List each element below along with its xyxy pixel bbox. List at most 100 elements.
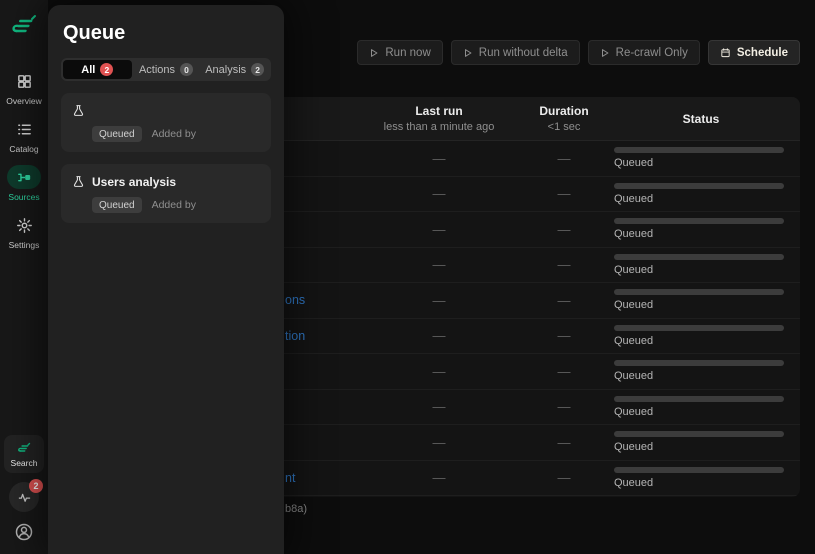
- row-last-run: —: [364, 364, 514, 379]
- row-status-label: Queued: [614, 441, 788, 453]
- row-last-run: —: [364, 435, 514, 450]
- tab-actions[interactable]: Actions 0: [132, 60, 201, 79]
- duration-label: Duration: [514, 104, 614, 118]
- list-icon: [7, 117, 41, 141]
- recrawl-only-label: Re-crawl Only: [616, 47, 688, 59]
- run-now-button[interactable]: Run now: [357, 40, 442, 65]
- row-status-label: Queued: [614, 264, 788, 276]
- row-name-link[interactable]: ons: [285, 293, 305, 307]
- row-duration: —: [514, 186, 614, 201]
- queued-progress-bar: [614, 254, 784, 260]
- recrawl-only-button[interactable]: Re-crawl Only: [588, 40, 700, 65]
- tab-all-count-badge: 2: [100, 63, 113, 76]
- queued-chip: Queued: [92, 197, 142, 213]
- queue-item-header: Users analysis: [72, 174, 260, 189]
- sidebar: Overview Catalog Sources: [0, 0, 48, 554]
- queue-panel: Queue All 2 Actions 0 Analysis 2 Queued …: [48, 5, 284, 554]
- tab-all[interactable]: All 2: [63, 60, 132, 79]
- row-duration: —: [514, 328, 614, 343]
- row-status-label: Queued: [614, 335, 788, 347]
- tab-analysis-count-badge: 2: [251, 63, 264, 76]
- row-last-run: —: [364, 470, 514, 485]
- row-duration: —: [514, 399, 614, 414]
- account-button[interactable]: [14, 522, 34, 542]
- row-status-cell: Queued: [614, 147, 800, 169]
- play-icon: [463, 48, 473, 58]
- tab-analysis-label: Analysis: [205, 64, 246, 76]
- queue-tabs: All 2 Actions 0 Analysis 2: [61, 58, 271, 81]
- row-duration: —: [514, 435, 614, 450]
- queue-panel-title: Queue: [63, 22, 271, 45]
- sidebar-item-sources[interactable]: Sources: [7, 165, 41, 202]
- app-logo-icon: [8, 11, 40, 43]
- row-status-label: Queued: [614, 477, 788, 489]
- queued-progress-bar: [614, 289, 784, 295]
- queue-item-meta: Queued Added by: [72, 197, 260, 213]
- queued-progress-bar: [614, 183, 784, 189]
- row-last-run: —: [364, 222, 514, 237]
- sidebar-label-catalog: Catalog: [9, 144, 38, 154]
- added-by-label: Added by: [152, 199, 196, 211]
- row-name-link[interactable]: tion: [285, 329, 305, 343]
- tab-actions-count-badge: 0: [180, 63, 193, 76]
- row-last-run: —: [364, 328, 514, 343]
- last-run-label: Last run: [364, 104, 514, 118]
- notification-badge: 2: [29, 479, 43, 493]
- sidebar-item-catalog[interactable]: Catalog: [7, 117, 41, 154]
- row-status-label: Queued: [614, 228, 788, 240]
- sidebar-nav: Overview Catalog Sources: [6, 69, 41, 261]
- row-status-cell: Queued: [614, 467, 800, 489]
- queued-chip: Queued: [92, 126, 142, 142]
- footer-version-text: b8a): [285, 503, 307, 515]
- run-without-delta-label: Run without delta: [479, 47, 568, 59]
- queue-item[interactable]: Users analysis Queued Added by: [61, 164, 271, 223]
- flask-icon: [72, 104, 85, 117]
- row-last-run: —: [364, 151, 514, 166]
- last-run-sub: less than a minute ago: [364, 121, 514, 133]
- row-name-link[interactable]: nt: [285, 471, 295, 485]
- row-status-label: Queued: [614, 370, 788, 382]
- sidebar-label-overview: Overview: [6, 96, 41, 106]
- tab-all-label: All: [81, 64, 95, 76]
- tab-actions-label: Actions: [139, 64, 175, 76]
- queued-progress-bar: [614, 325, 784, 331]
- calendar-icon: [720, 47, 731, 58]
- queue-item-header: [72, 103, 260, 118]
- activity-button[interactable]: 2: [9, 482, 39, 512]
- schedule-label: Schedule: [737, 47, 788, 59]
- sidebar-item-settings[interactable]: Settings: [7, 213, 41, 250]
- queue-item[interactable]: Queued Added by: [61, 93, 271, 152]
- row-last-run: —: [364, 399, 514, 414]
- schedule-button[interactable]: Schedule: [708, 40, 800, 65]
- connector-icon: [7, 165, 41, 189]
- row-status-cell: Queued: [614, 218, 800, 240]
- row-duration: —: [514, 470, 614, 485]
- row-status-cell: Queued: [614, 183, 800, 205]
- queued-progress-bar: [614, 147, 784, 153]
- row-status-cell: Queued: [614, 254, 800, 276]
- row-status-label: Queued: [614, 193, 788, 205]
- tab-analysis[interactable]: Analysis 2: [200, 60, 269, 79]
- row-duration: —: [514, 151, 614, 166]
- row-last-run: —: [364, 293, 514, 308]
- header-last-run: Last run less than a minute ago: [364, 104, 514, 133]
- gear-icon: [7, 213, 41, 237]
- sidebar-item-overview[interactable]: Overview: [6, 69, 41, 106]
- play-icon: [369, 48, 379, 58]
- queued-progress-bar: [614, 431, 784, 437]
- queued-progress-bar: [614, 218, 784, 224]
- search-button[interactable]: Search: [4, 435, 44, 473]
- search-logo-icon: [16, 441, 32, 457]
- row-status-cell: Queued: [614, 431, 800, 453]
- queued-progress-bar: [614, 467, 784, 473]
- queued-progress-bar: [614, 360, 784, 366]
- row-duration: —: [514, 293, 614, 308]
- search-label: Search: [11, 458, 38, 468]
- run-without-delta-button[interactable]: Run without delta: [451, 40, 580, 65]
- grid-icon: [7, 69, 41, 93]
- row-duration: —: [514, 222, 614, 237]
- row-status-cell: Queued: [614, 289, 800, 311]
- run-now-label: Run now: [385, 47, 430, 59]
- added-by-label: Added by: [152, 128, 196, 140]
- play-icon: [600, 48, 610, 58]
